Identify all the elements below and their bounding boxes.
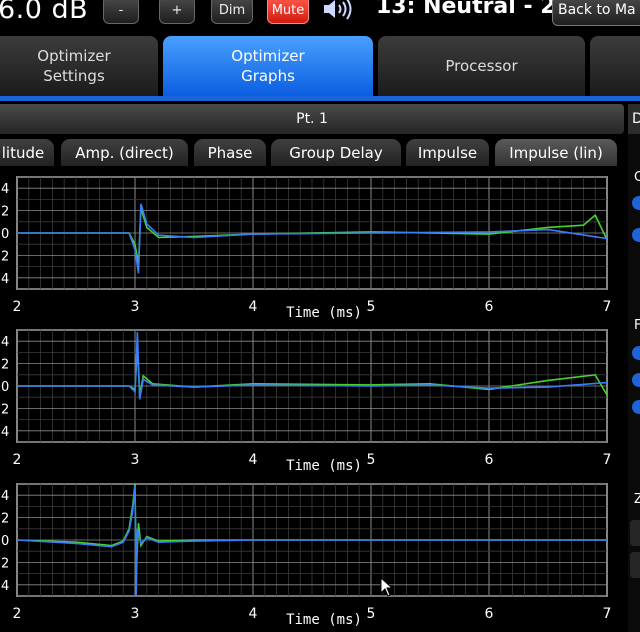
- x-tick-label: 6: [485, 606, 494, 622]
- y-tick-label: 0: [1, 380, 9, 395]
- mouse-cursor-icon: [380, 577, 394, 597]
- x-tick-label: 4: [249, 299, 258, 315]
- x-tick-label: 5: [367, 299, 376, 315]
- x-tick-label: 6: [485, 452, 494, 468]
- x-tick-label: 2: [13, 299, 22, 315]
- y-tick-label: 4: [1, 182, 9, 197]
- x-tick-label: 4: [249, 606, 258, 622]
- x-axis-label: Time (ms): [286, 305, 362, 321]
- x-axis-label: Time (ms): [286, 612, 362, 628]
- y-tick-label: 2: [1, 512, 9, 527]
- x-tick-label: 7: [603, 452, 612, 468]
- y-tick-label: 4: [1, 489, 9, 504]
- y-tick-label: 4: [1, 425, 9, 440]
- x-tick-label: 3: [131, 299, 140, 315]
- x-tick-label: 2: [13, 452, 22, 468]
- y-tick-label: 2: [1, 556, 9, 571]
- impulse-charts: 2 3 4 5 6 742024Time (ms)2 3 4 5 6 742024Time (ms)…: [1, 176, 612, 628]
- x-tick-label: 4: [249, 452, 258, 468]
- y-tick-label: 4: [1, 272, 9, 287]
- y-tick-label: 2: [1, 205, 9, 220]
- y-tick-label: 0: [1, 227, 9, 242]
- x-axis-label: Time (ms): [286, 458, 362, 474]
- x-tick-label: 7: [603, 299, 612, 315]
- y-tick-label: 2: [1, 249, 9, 264]
- y-tick-label: 4: [1, 335, 9, 350]
- y-tick-label: 2: [1, 358, 9, 373]
- y-tick-label: 4: [1, 579, 9, 594]
- y-tick-label: 0: [1, 534, 9, 549]
- x-tick-label: 3: [131, 606, 140, 622]
- y-tick-label: 2: [1, 402, 9, 417]
- x-tick-label: 5: [367, 606, 376, 622]
- x-tick-label: 7: [603, 606, 612, 622]
- x-tick-label: 6: [485, 299, 494, 315]
- x-tick-label: 3: [131, 452, 140, 468]
- x-tick-label: 5: [367, 452, 376, 468]
- x-tick-label: 2: [13, 606, 22, 622]
